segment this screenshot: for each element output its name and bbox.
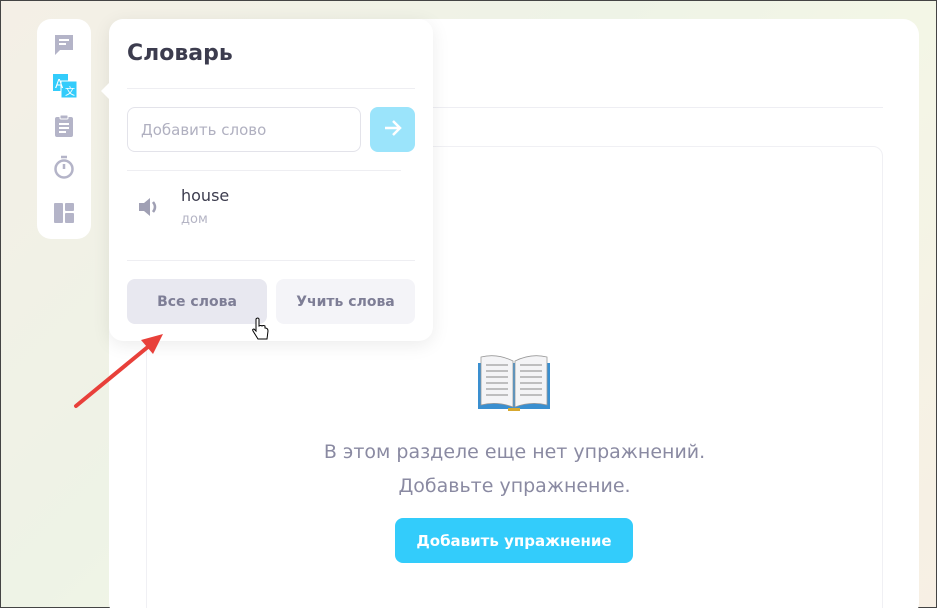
dictionary-title: Словарь bbox=[127, 41, 233, 66]
add-exercise-button[interactable]: Добавить упражнение bbox=[395, 518, 633, 563]
timer-icon[interactable] bbox=[52, 155, 76, 179]
clipboard-icon[interactable] bbox=[52, 114, 76, 138]
submit-word-button[interactable] bbox=[370, 107, 415, 152]
layout-icon[interactable] bbox=[52, 201, 76, 225]
empty-message: В этом разделе еще нет упражнений. bbox=[323, 441, 706, 463]
translate-icon[interactable]: A文 bbox=[52, 73, 78, 99]
divider bbox=[127, 170, 401, 171]
dictionary-popover: Словарь house дом Все слова Учить слова bbox=[101, 19, 433, 341]
add-word-input[interactable] bbox=[127, 107, 361, 152]
divider bbox=[431, 107, 883, 108]
all-words-button[interactable]: Все слова bbox=[127, 279, 267, 324]
empty-hint: Добавьте упражнение. bbox=[398, 475, 631, 497]
svg-text:文: 文 bbox=[65, 85, 75, 98]
svg-text:A: A bbox=[55, 77, 64, 91]
learn-words-button[interactable]: Учить слова bbox=[276, 279, 415, 324]
book-icon bbox=[475, 351, 553, 413]
hand-cursor-icon bbox=[252, 317, 269, 340]
sidebar: A文 bbox=[37, 19, 91, 239]
divider bbox=[127, 260, 415, 261]
divider bbox=[127, 88, 415, 89]
annotation-arrow bbox=[74, 334, 163, 408]
arrow-right-icon bbox=[384, 120, 402, 136]
chat-icon[interactable] bbox=[52, 33, 76, 57]
word-translation: дом bbox=[181, 212, 208, 227]
speaker-icon[interactable] bbox=[137, 196, 161, 218]
word-text: house bbox=[181, 186, 230, 205]
